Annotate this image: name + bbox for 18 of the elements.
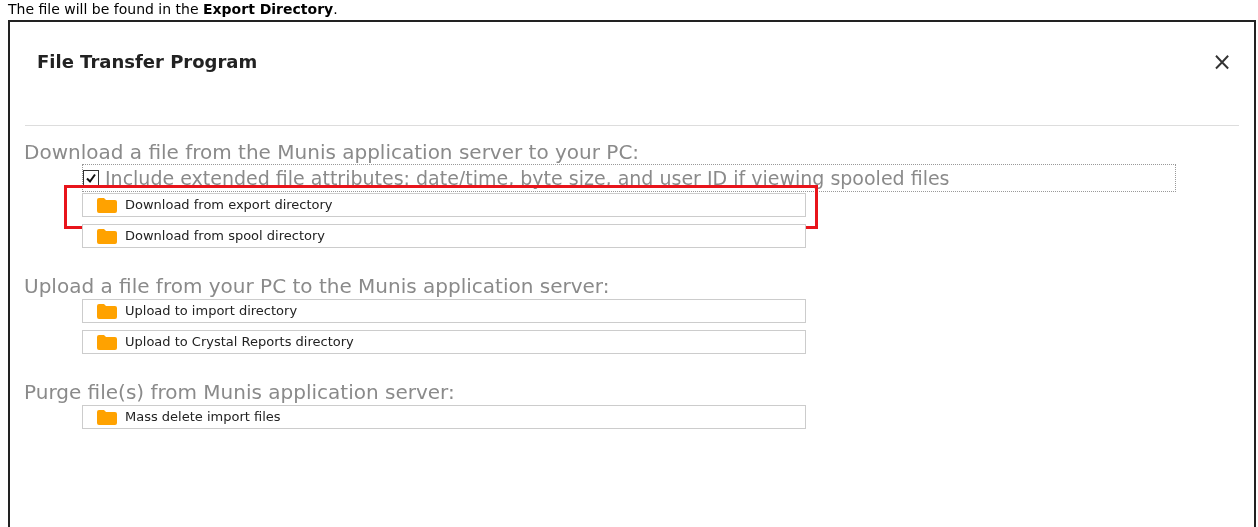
folder-button[interactable]: Upload to import directory (82, 299, 806, 323)
section-heading: Upload a file from your PC to the Munis application server: (24, 274, 611, 298)
folder-icon (97, 303, 117, 319)
folder-icon (97, 409, 117, 425)
folder-icon (97, 334, 117, 350)
dialog-title: File Transfer Program (37, 50, 258, 74)
checkbox[interactable] (83, 170, 99, 186)
folder-button[interactable]: Download from export directory (82, 193, 806, 217)
section-heading: Download a file from the Munis application server to your PC: (24, 140, 641, 164)
section-heading: Purge file(s) from Munis application server: (24, 380, 456, 404)
folder-button[interactable]: Mass delete import files (82, 405, 806, 429)
caption-text: The file will be found in the Export Directory. (7, 0, 339, 18)
close-button[interactable]: × (1211, 49, 1232, 74)
checkmark-icon (85, 172, 97, 184)
folder-icon (97, 228, 117, 244)
folder-icon (97, 197, 117, 213)
folder-button[interactable]: Upload to Crystal Reports directory (82, 330, 806, 354)
folder-button[interactable]: Download from spool directory (82, 224, 806, 248)
